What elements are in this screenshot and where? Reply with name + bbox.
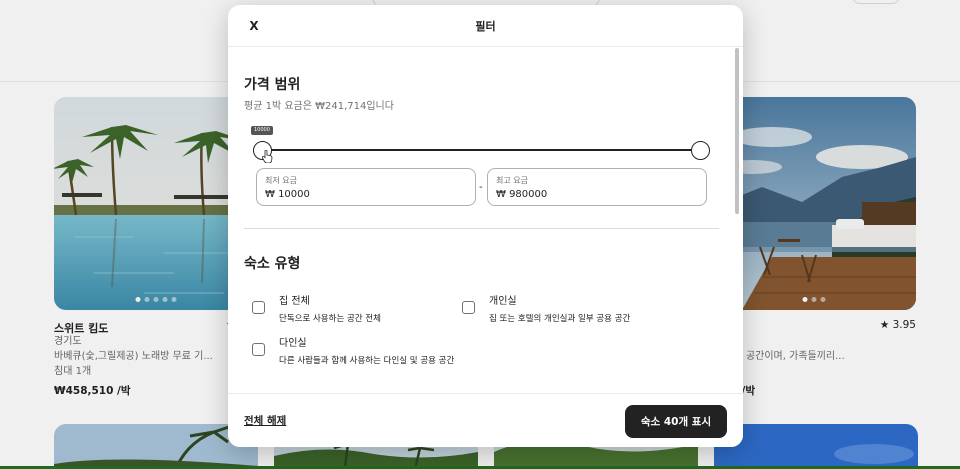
max-price-value[interactable]: ₩ 980000: [496, 189, 547, 200]
option-title: 개인실: [489, 296, 517, 307]
modal-footer: 전체 해제 숙소 40개 표시: [228, 393, 743, 447]
clear-all-link[interactable]: 전체 해제: [244, 413, 286, 428]
show-listings-button[interactable]: 숙소 40개 표시: [625, 405, 727, 438]
room-type-option-shared[interactable]: 다인실 다른 사람들과 함께 사용하는 다인실 및 공용 공간: [252, 337, 454, 366]
scrollbar-thumb[interactable]: [735, 48, 739, 214]
section-divider: [244, 228, 719, 229]
modal-body[interactable]: 가격 범위 평균 1박 요금은 ₩241,714입니다 10000 최저 요금 …: [228, 48, 743, 393]
room-type-option-entire[interactable]: 집 전체 단독으로 사용하는 공간 전체: [252, 295, 381, 324]
option-title: 다인실: [279, 338, 307, 349]
max-price-field[interactable]: 최고 요금 ₩ 980000: [487, 168, 707, 206]
min-price-value[interactable]: ₩ 10000: [265, 189, 310, 200]
private-room-checkbox[interactable]: [462, 301, 475, 314]
price-range-subtitle: 평균 1박 요금은 ₩241,714입니다: [244, 101, 394, 112]
room-type-title: 숙소 유형: [244, 256, 301, 272]
option-description: 집 또는 호텔의 개인실과 일부 공용 공간: [489, 314, 631, 324]
room-type-option-private[interactable]: 개인실 집 또는 호텔의 개인실과 일부 공용 공간: [462, 295, 630, 324]
max-price-label: 최고 요금: [496, 176, 528, 185]
price-separator: -: [479, 182, 483, 193]
min-price-field[interactable]: 최저 요금 ₩ 10000: [256, 168, 476, 206]
shared-room-checkbox[interactable]: [252, 343, 265, 356]
max-price-handle[interactable]: [691, 141, 710, 160]
price-slider-track[interactable]: [260, 149, 702, 151]
filter-modal: X 필터 가격 범위 평균 1박 요금은 ₩241,714입니다 10000 최…: [228, 5, 743, 447]
price-range-title: 가격 범위: [244, 77, 301, 93]
min-price-label: 최저 요금: [265, 176, 297, 185]
hand-pointer-icon: [262, 150, 273, 163]
option-title: 집 전체: [279, 296, 310, 307]
modal-header: X 필터: [228, 5, 743, 47]
entire-home-checkbox[interactable]: [252, 301, 265, 314]
modal-title: 필터: [475, 20, 496, 33]
option-description: 다른 사람들과 함께 사용하는 다인실 및 공용 공간: [279, 356, 455, 366]
modal-scrollbar[interactable]: [735, 48, 742, 393]
option-description: 단독으로 사용하는 공간 전체: [279, 314, 381, 324]
slider-tooltip: 10000: [251, 126, 273, 135]
